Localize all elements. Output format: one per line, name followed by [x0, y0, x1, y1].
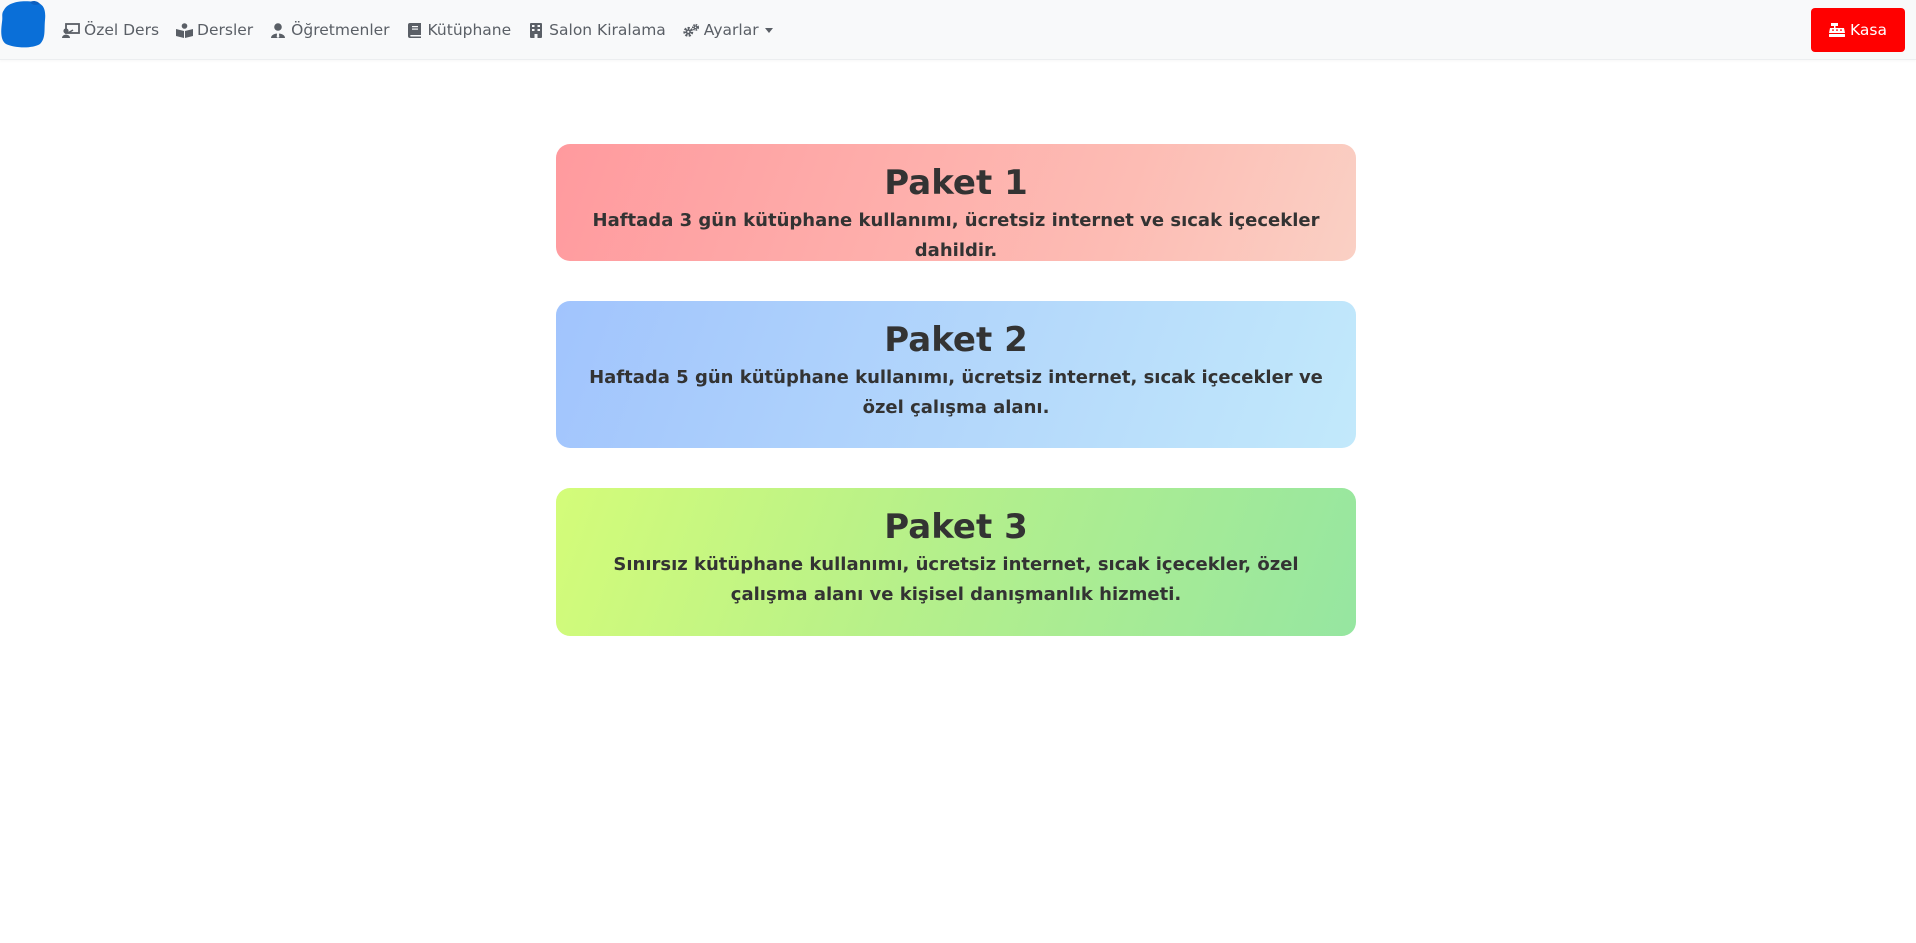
cash-register-icon	[1829, 23, 1846, 37]
package-card-3: Paket 3 Sınırsız kütüphane kullanımı, üc…	[556, 488, 1356, 636]
package-card-2: Paket 2 Haftada 5 gün kütüphane kullanım…	[556, 301, 1356, 448]
package-card-1: Paket 1 Haftada 3 gün kütüphane kullanım…	[556, 144, 1356, 261]
nav-item-label: Özel Ders	[84, 21, 160, 39]
package-description: Sınırsız kütüphane kullanımı, ücretsiz i…	[613, 554, 1299, 605]
nav-item-label: Dersler	[197, 21, 254, 39]
user-tie-icon	[269, 22, 287, 38]
nav-item-ozel-ders[interactable]: Özel Ders	[62, 21, 159, 39]
nav-dropdown-ayarlar[interactable]: Ayarlar	[682, 21, 773, 39]
top-navbar: Özel Ders Dersler Öğretmenler Kütüphane …	[0, 0, 1916, 60]
nav-item-ogretmenler[interactable]: Öğretmenler	[269, 21, 390, 39]
chevron-down-icon	[764, 27, 773, 33]
package-title: Paket 3	[884, 507, 1028, 547]
cogs-icon	[682, 22, 700, 38]
package-description: Haftada 5 gün kütüphane kullanımı, ücret…	[589, 367, 1323, 418]
kasa-label: Kasa	[1850, 21, 1887, 39]
book-icon	[406, 22, 424, 38]
nav-item-label: Salon Kiralama	[549, 21, 666, 39]
kasa-button[interactable]: Kasa	[1811, 8, 1905, 52]
nav-item-dersler[interactable]: Dersler	[175, 21, 253, 39]
nav-item-label: Kütüphane	[427, 21, 512, 39]
building-icon	[527, 22, 545, 38]
package-title: Paket 1	[884, 163, 1028, 203]
nav-item-label: Ayarlar	[703, 21, 759, 39]
book-reader-icon	[175, 22, 193, 38]
nav-item-label: Öğretmenler	[291, 21, 390, 39]
package-description: Haftada 3 gün kütüphane kullanımı, ücret…	[592, 210, 1320, 261]
nav-item-kutuphane[interactable]: Kütüphane	[406, 21, 512, 39]
chalkboard-teacher-icon	[62, 22, 80, 38]
brand-logo[interactable]	[0, 0, 46, 48]
nav-item-salon-kiralama[interactable]: Salon Kiralama	[527, 21, 666, 39]
package-title: Paket 2	[884, 320, 1028, 360]
